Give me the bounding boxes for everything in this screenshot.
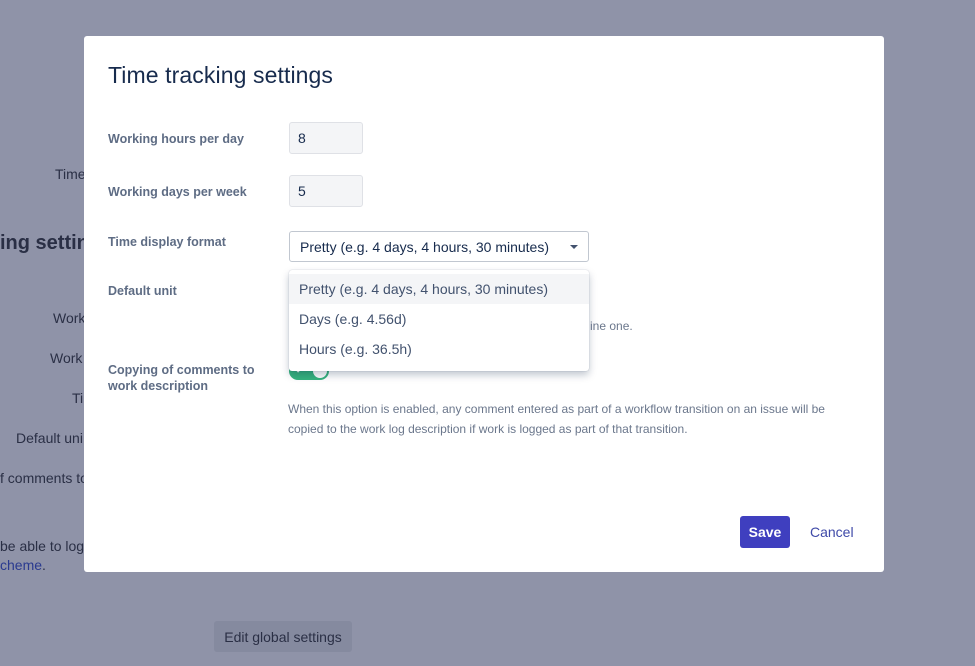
default-unit-label: Default unit bbox=[108, 284, 177, 298]
display-format-option-pretty[interactable]: Pretty (e.g. 4 days, 4 hours, 30 minutes… bbox=[289, 274, 589, 304]
display-format-label: Time display format bbox=[108, 235, 226, 249]
bg-row-label-4: Default uni bbox=[16, 430, 83, 446]
display-format-option-hours[interactable]: Hours (e.g. 36.5h) bbox=[289, 334, 589, 364]
edit-global-settings-button[interactable]: Edit global settings bbox=[214, 621, 352, 652]
display-format-select[interactable]: Pretty (e.g. 4 days, 4 hours, 30 minutes… bbox=[289, 231, 589, 262]
display-format-dropdown: Pretty (e.g. 4 days, 4 hours, 30 minutes… bbox=[289, 270, 589, 371]
default-unit-hint: ine one. bbox=[590, 319, 633, 333]
bg-row-label-3: Ti bbox=[72, 390, 84, 406]
bg-row-label-5: f comments to bbox=[0, 470, 88, 486]
copy-comments-label: Copying of comments to work description bbox=[108, 363, 255, 393]
display-format-option-days[interactable]: Days (e.g. 4.56d) bbox=[289, 304, 589, 334]
cancel-button[interactable]: Cancel bbox=[800, 516, 864, 548]
time-tracking-settings-dialog: Time tracking settings Working hours per… bbox=[84, 36, 884, 572]
bg-note: be able to log bbox=[0, 538, 85, 554]
days-per-week-label: Working days per week bbox=[108, 185, 247, 199]
hours-per-day-label: Working hours per day bbox=[108, 132, 244, 146]
bg-scheme-link[interactable]: cheme bbox=[0, 557, 42, 573]
hours-per-day-input[interactable] bbox=[289, 122, 363, 154]
bg-row-label-1: Work bbox=[53, 310, 86, 326]
save-button[interactable]: Save bbox=[740, 516, 790, 548]
display-format-selected-value: Pretty (e.g. 4 days, 4 hours, 30 minutes… bbox=[300, 238, 550, 255]
dialog-title: Time tracking settings bbox=[108, 62, 334, 88]
bg-row-label-2: Work bbox=[50, 350, 83, 366]
copy-comments-hint: When this option is enabled, any comment… bbox=[288, 402, 825, 436]
bg-scheme-period: . bbox=[42, 557, 46, 573]
chevron-down-icon bbox=[570, 245, 578, 249]
bg-scheme-line: cheme. bbox=[0, 557, 46, 573]
days-per-week-input[interactable] bbox=[289, 175, 363, 207]
bg-time-label: Time bbox=[55, 166, 86, 182]
